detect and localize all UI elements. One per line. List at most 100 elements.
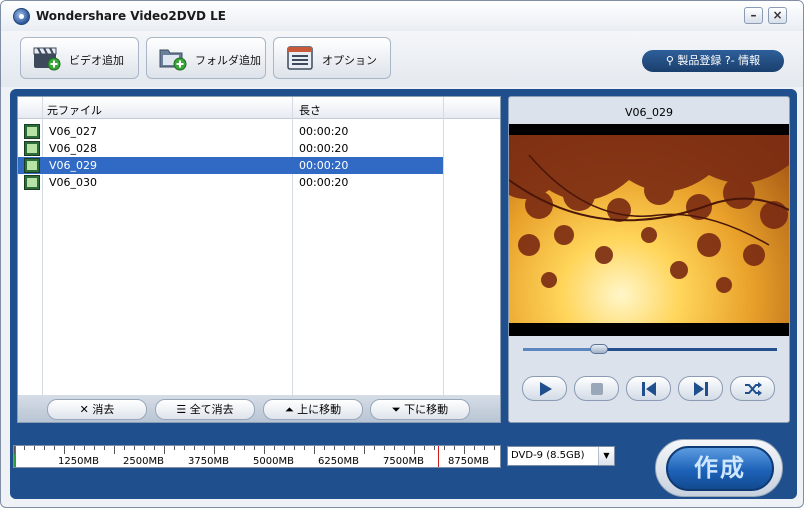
capacity-limit-marker [438, 446, 439, 467]
video-screen [509, 124, 789, 336]
delete-button[interactable]: ✕ 消去 [47, 399, 147, 420]
file-row[interactable]: V06_030 00:00:20 [18, 174, 443, 191]
capacity-ruler-tick [34, 446, 35, 450]
seek-slider[interactable] [523, 344, 777, 354]
film-icon [24, 124, 40, 139]
file-name: V06_028 [49, 142, 98, 155]
capacity-ruler-tick [434, 446, 435, 450]
capacity-ruler-tick [254, 446, 255, 450]
add-video-button[interactable]: ビデオ追加 [20, 37, 139, 79]
file-name: V06_030 [49, 176, 98, 189]
seek-handle[interactable] [590, 344, 609, 354]
capacity-tick-label: 3750MB [188, 456, 229, 467]
autumn-leaves-image [509, 135, 789, 293]
move-down-button[interactable]: ⏷ 下に移動 [370, 399, 470, 420]
capacity-ruler-tick [454, 446, 455, 450]
capacity-ruler-tick [174, 446, 175, 450]
capacity-ruler-tick [314, 446, 315, 454]
previous-button[interactable] [626, 376, 671, 401]
delete-label: 消去 [92, 403, 115, 416]
file-length: 00:00:20 [299, 159, 349, 172]
folder-add-icon [159, 49, 187, 71]
capacity-ruler-tick [74, 446, 75, 450]
capacity-ruler-tick [414, 446, 415, 454]
add-folder-button[interactable]: フォルダ追加 [146, 37, 266, 79]
minimize-button[interactable]: – [744, 7, 763, 24]
file-length: 00:00:20 [299, 176, 349, 189]
capacity-ruler-tick [264, 446, 265, 454]
capacity-ruler-tick [444, 446, 445, 450]
file-length: 00:00:20 [299, 125, 349, 138]
capacity-ruler-tick [334, 446, 335, 450]
capacity-ruler-tick [214, 446, 215, 454]
options-button[interactable]: オプション [273, 37, 391, 79]
capacity-ruler-tick [164, 446, 165, 454]
capacity-ruler-tick [324, 446, 325, 450]
create-button[interactable]: 作成 [666, 446, 774, 491]
stop-button[interactable] [574, 376, 619, 401]
register-info-label: 製品登録 ?- 情報 [677, 54, 761, 67]
file-row-selected[interactable]: V06_029 00:00:20 [18, 157, 443, 174]
capacity-ruler-tick [344, 446, 345, 450]
move-up-label: 上に移動 [297, 403, 342, 416]
capacity-ruler-tick [54, 446, 55, 450]
column-header-length[interactable]: 長さ [299, 102, 321, 118]
seek-progress [523, 348, 600, 351]
x-icon: ✕ [79, 403, 89, 416]
register-info-button[interactable]: ⚲ 製品登録 ?- 情報 [642, 50, 784, 72]
capacity-ruler-tick [44, 446, 45, 450]
list-action-bar: ✕ 消去 ☰ 全て消去 ⏶ 上に移動 ⏷ 下に移動 [17, 395, 501, 423]
capacity-tick-label: 1250MB [58, 456, 99, 467]
film-icon [24, 175, 40, 190]
move-up-button[interactable]: ⏶ 上に移動 [263, 399, 363, 420]
disc-type-select[interactable]: DVD-9 (8.5GB) ▼ [507, 446, 615, 466]
file-length: 00:00:20 [299, 142, 349, 155]
chevron-down-icon[interactable]: ▼ [598, 447, 614, 465]
skip-previous-icon [642, 382, 656, 396]
capacity-ruler-tick [354, 446, 355, 450]
add-folder-label: フォルダ追加 [195, 54, 261, 67]
play-icon [540, 382, 552, 396]
toolbar: ビデオ追加 フォルダ追加 オプション ⚲ 製品登録 ?- 情報 [1, 31, 803, 87]
capacity-ruler-tick [404, 446, 405, 450]
capacity-ruler-tick [304, 446, 305, 450]
file-row[interactable]: V06_028 00:00:20 [18, 140, 443, 157]
file-name: V06_029 [49, 159, 98, 172]
capacity-ruler-tick [394, 446, 395, 450]
app-window: Wondershare Video2DVD LE – × ビデオ追加 フォルダ追… [0, 0, 804, 508]
stop-icon [591, 383, 603, 395]
capacity-ruler-tick [484, 446, 485, 450]
app-logo-icon [13, 8, 30, 25]
capacity-ruler-tick [464, 446, 465, 454]
file-list-header: 元ファイル 長さ [18, 97, 500, 119]
capacity-tick-label: 6250MB [318, 456, 359, 467]
window-title: Wondershare Video2DVD LE [36, 9, 227, 23]
delete-all-button[interactable]: ☰ 全て消去 [155, 399, 255, 420]
shuffle-icon [745, 382, 762, 396]
disc-type-value: DVD-9 (8.5GB) [511, 450, 585, 461]
capacity-ruler-tick [374, 446, 375, 450]
close-button[interactable]: × [768, 7, 787, 24]
file-list[interactable]: 元ファイル 長さ V06_027 00:00:20 V06_028 00:00:… [17, 96, 501, 423]
play-button[interactable] [522, 376, 567, 401]
capacity-ruler-tick [494, 446, 495, 450]
column-header-source[interactable]: 元ファイル [47, 102, 102, 118]
capacity-ruler-tick [134, 446, 135, 450]
file-row[interactable]: V06_027 00:00:20 [18, 123, 443, 140]
column-divider [443, 97, 444, 402]
film-icon [24, 141, 40, 156]
capacity-ruler-tick [84, 446, 85, 450]
preview-title: V06_029 [624, 106, 674, 119]
next-button[interactable] [678, 376, 723, 401]
capacity-ruler-tick [204, 446, 205, 450]
capacity-ruler-tick [244, 446, 245, 450]
file-name: V06_027 [49, 125, 98, 138]
capacity-ruler-tick [184, 446, 185, 450]
clapperboard-add-icon [33, 47, 61, 71]
capacity-ruler-tick [224, 446, 225, 450]
skip-next-icon [694, 382, 708, 396]
shuffle-button[interactable] [730, 376, 775, 401]
capacity-ruler-tick [94, 446, 95, 450]
capacity-ruler-tick [284, 446, 285, 450]
capacity-ruler-tick [384, 446, 385, 450]
